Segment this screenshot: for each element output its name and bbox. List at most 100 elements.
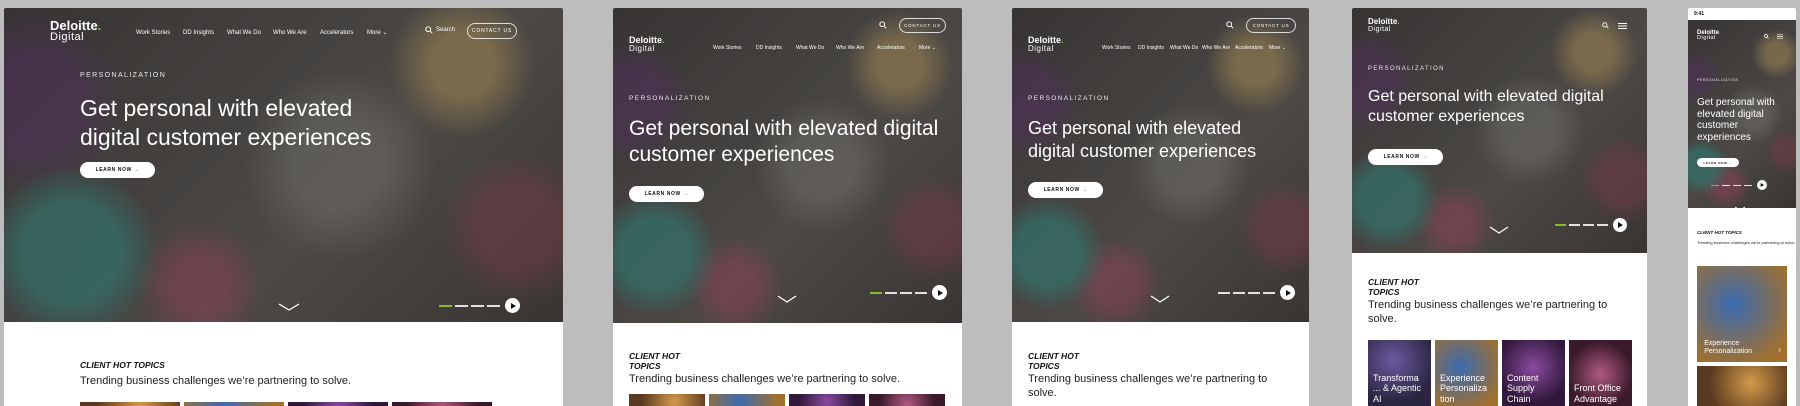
hero-headline: Get personal with elevated digital custo… (1697, 97, 1775, 143)
search-label: Search (436, 27, 456, 33)
nav-item-who-we-are[interactable]: Who We Are (1202, 45, 1235, 51)
learn-now-button[interactable]: LEARN NOW → (80, 162, 155, 178)
client-hot-topics-subtitle: Trending business challenges we’re partn… (1697, 240, 1796, 245)
topic-tile[interactable] (80, 402, 180, 406)
nav-item-more[interactable]: More ⌄ (367, 29, 387, 36)
nav-item-who-we-are[interactable]: Who We Are (836, 45, 877, 51)
search-button[interactable] (1226, 21, 1234, 29)
hamburger-menu-icon[interactable] (1618, 23, 1627, 29)
search-button[interactable] (1764, 34, 1769, 39)
learn-now-button[interactable]: LEARN NOW → (629, 186, 704, 202)
carousel-progress (439, 298, 520, 313)
nav-item-dd-insights[interactable]: DD Insights (1138, 45, 1170, 51)
logo-dot: . (1719, 30, 1721, 36)
logo-dot: . (1061, 35, 1064, 45)
contact-us-button[interactable]: CONTACT US (899, 18, 946, 33)
hero-section: Deloitte. Digital PERSONALIZATION Get pe… (1688, 20, 1796, 211)
topic-tile[interactable] (869, 394, 945, 406)
play-button[interactable] (932, 285, 947, 300)
progress-segment (1733, 184, 1741, 186)
learn-now-label: LEARN NOW (1383, 154, 1420, 160)
arrow-right-icon: → (1728, 160, 1733, 165)
scroll-down-chevron-icon[interactable] (1734, 198, 1746, 216)
learn-now-button[interactable]: LEARN NOW → (1697, 158, 1739, 167)
contact-us-button[interactable]: CONTACT US (1246, 18, 1296, 33)
logo-sub: Digital (1697, 35, 1716, 41)
scroll-down-chevron-icon[interactable] (278, 298, 300, 316)
logo-dot: . (662, 35, 665, 45)
nav-item-what-we-do[interactable]: What We Do (227, 30, 273, 36)
nav-item-what-we-do[interactable]: What We Do (1170, 45, 1202, 51)
heading-line: TOPICS (629, 360, 661, 371)
hero-section: CONTACT US Deloitte. Digital Work Storie… (613, 8, 962, 323)
carousel-progress (1555, 218, 1627, 232)
nav-item-who-we-are[interactable]: Who We Are (273, 30, 320, 36)
search-button[interactable] (1602, 22, 1609, 29)
scroll-down-chevron-icon[interactable] (777, 290, 797, 308)
progress-segment (870, 291, 882, 294)
contact-us-button[interactable]: CONTACT US (467, 23, 517, 39)
topic-tile[interactable] (184, 402, 284, 406)
hero-headline: Get personal with elevated digital custo… (80, 95, 372, 150)
progress-segment (487, 304, 500, 307)
topic-tile-label: Transforma ... & Agentic AI (1373, 372, 1422, 404)
deloitte-digital-logo[interactable]: Deloitte. Digital (1028, 36, 1064, 53)
primary-nav: Work Stories DD Insights What We Do Who … (713, 45, 936, 51)
nav-item-accelerators[interactable]: Accelerators (877, 45, 919, 51)
play-button[interactable] (1280, 285, 1295, 300)
hero-section: Deloitte. Digital PERSONALIZATION Get pe… (1352, 8, 1647, 253)
play-button[interactable] (1757, 180, 1767, 190)
frame-tablet-portrait: Deloitte. Digital PERSONALIZATION Get pe… (1352, 8, 1647, 406)
logo-dot: . (1397, 17, 1400, 26)
deloitte-digital-logo[interactable]: Deloitte. Digital (1697, 30, 1721, 42)
topic-tile[interactable]: Experience Personaliza tion (1435, 340, 1498, 406)
client-hot-topics-heading: CLIENT HOT TOPICS (1697, 230, 1742, 235)
deloitte-digital-logo[interactable]: Deloitte. Digital (1368, 17, 1400, 34)
topic-tile[interactable]: Front Office Advantage (1569, 340, 1632, 406)
play-button[interactable] (505, 298, 520, 313)
nav-more-label: More (919, 45, 931, 51)
search-icon (425, 26, 433, 34)
primary-nav: Work Stories DD Insights What We Do Who … (1102, 45, 1286, 51)
progress-segment (915, 291, 927, 294)
nav-item-what-we-do[interactable]: What We Do (796, 45, 836, 51)
nav-item-dd-insights[interactable]: DD Insights (756, 45, 796, 51)
search-icon (1602, 22, 1609, 29)
topic-tile[interactable]: Content Supply Chain (1502, 340, 1565, 406)
nav-item-work-stories[interactable]: Work Stories (136, 30, 183, 36)
play-icon (1618, 222, 1623, 228)
progress-segment (1744, 184, 1752, 186)
topic-tile[interactable] (709, 394, 785, 406)
progress-segment (1263, 291, 1275, 294)
topic-tile[interactable]: Experience Personalization › (1697, 266, 1787, 362)
nav-item-more[interactable]: More ⌄ (919, 45, 936, 51)
nav-item-accelerators[interactable]: Accelerators (320, 30, 367, 36)
topic-tile[interactable] (629, 394, 705, 406)
nav-item-work-stories[interactable]: Work Stories (713, 45, 756, 51)
arrow-right-icon: → (1421, 154, 1428, 160)
progress-segment (900, 291, 912, 294)
chevron-down-icon: ⌄ (1281, 45, 1286, 51)
nav-item-dd-insights[interactable]: DD Insights (183, 30, 227, 36)
hamburger-menu-icon[interactable] (1777, 34, 1783, 39)
deloitte-digital-logo[interactable]: Deloitte. Digital (629, 36, 665, 53)
frame-desktop-lg: CONTACT US Deloitte. Digital Work Storie… (613, 8, 962, 406)
topic-tile[interactable] (789, 394, 865, 406)
topic-tile[interactable] (288, 402, 388, 406)
scroll-down-chevron-icon[interactable] (1150, 290, 1170, 308)
learn-now-button[interactable]: LEARN NOW → (1368, 149, 1443, 165)
topic-tile[interactable]: Transforma ... & Agentic AI (1368, 340, 1431, 406)
scroll-down-chevron-icon[interactable] (1489, 221, 1509, 239)
deloitte-digital-logo[interactable]: Deloitte. Digital (50, 19, 101, 43)
search-button[interactable] (879, 21, 887, 29)
nav-item-work-stories[interactable]: Work Stories (1102, 45, 1138, 51)
nav-item-more[interactable]: More ⌄ (1269, 45, 1286, 51)
topic-tile-label: Experience Personaliza tion (1440, 372, 1488, 404)
play-button[interactable] (1613, 218, 1627, 232)
topic-tile[interactable] (392, 402, 492, 406)
search-button[interactable]: Search (425, 26, 455, 34)
learn-now-button[interactable]: LEARN NOW → (1028, 182, 1103, 198)
client-hot-topics-heading: CLIENT HOT TOPICS (80, 360, 165, 370)
nav-item-accelerators[interactable]: Accelerators (1235, 45, 1269, 51)
topic-tile[interactable] (1697, 366, 1787, 406)
